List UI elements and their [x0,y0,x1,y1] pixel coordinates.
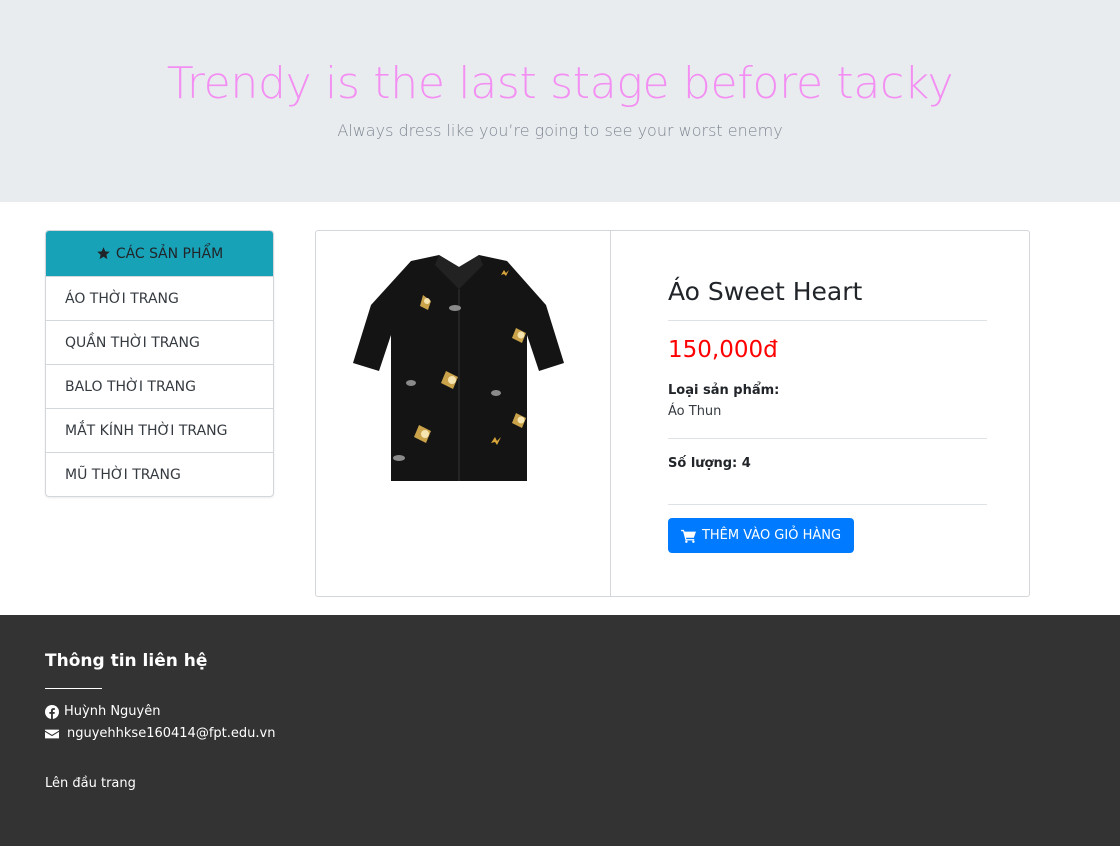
hero-subtitle: Always dress like you’re going to see yo… [337,121,783,140]
sidebar-item-label: QUẦN THỜI TRANG [65,334,200,351]
divider [668,504,987,505]
add-to-cart-button[interactable]: THÊM VÀO GIỎ HÀNG [668,518,854,553]
sidebar-item-ao[interactable]: ÁO THỜI TRANG [46,276,273,320]
star-icon [97,247,110,260]
sidebar-header: CÁC SẢN PHẨM [46,231,273,276]
footer-title: Thông tin liên hệ [45,651,208,671]
sidebar-item-balo[interactable]: BALO THỜI TRANG [46,364,273,408]
facebook-name: Huỳnh Nguyên [64,704,161,719]
hero-banner: Trendy is the last stage before tacky Al… [0,0,1120,202]
product-category-sidebar: CÁC SẢN PHẨM ÁO THỜI TRANG QUẦN THỜI TRA… [45,230,274,497]
product-quantity: Số lượng: 4 [668,456,751,471]
envelope-icon [45,729,59,738]
sidebar-header-label: CÁC SẢN PHẨM [115,245,224,262]
divider [668,320,987,321]
hero-title: Trendy is the last stage before tacky [166,58,954,109]
facebook-contact[interactable]: Huỳnh Nguyên [45,704,160,719]
product-image [353,255,564,481]
email-contact[interactable]: nguyehhkse160414@fpt.edu.vn [45,726,275,741]
cart-icon [681,529,696,543]
sidebar-item-label: BALO THỜI TRANG [65,378,197,395]
sidebar-item-mu[interactable]: MŨ THỜI TRANG [46,452,273,496]
email-address: nguyehhkse160414@fpt.edu.vn [67,726,276,741]
sidebar-item-label: MẮT KÍNH THỜI TRANG [65,422,228,439]
divider [668,438,987,439]
sidebar-item-mat-kinh[interactable]: MẮT KÍNH THỜI TRANG [46,408,273,452]
back-to-top-link[interactable]: Lên đầu trang [45,776,136,791]
product-card: Áo Sweet Heart 150,000đ Loại sản phẩm: Á… [315,230,1030,597]
product-name: Áo Sweet Heart [668,277,863,306]
sidebar-item-quan[interactable]: QUẦN THỜI TRANG [46,320,273,364]
sidebar-item-label: MŨ THỜI TRANG [65,466,181,483]
product-type-value: Áo Thun [668,404,722,419]
sidebar-item-label: ÁO THỜI TRANG [65,290,179,307]
card-divider [610,231,611,596]
product-type-label: Loại sản phẩm: [668,383,780,398]
product-price: 150,000đ [668,337,778,363]
footer-divider [45,688,102,689]
footer: Thông tin liên hệ Huỳnh Nguyên nguyehhks… [0,615,1120,846]
facebook-icon [45,704,59,719]
add-to-cart-label: THÊM VÀO GIỎ HÀNG [701,528,842,543]
